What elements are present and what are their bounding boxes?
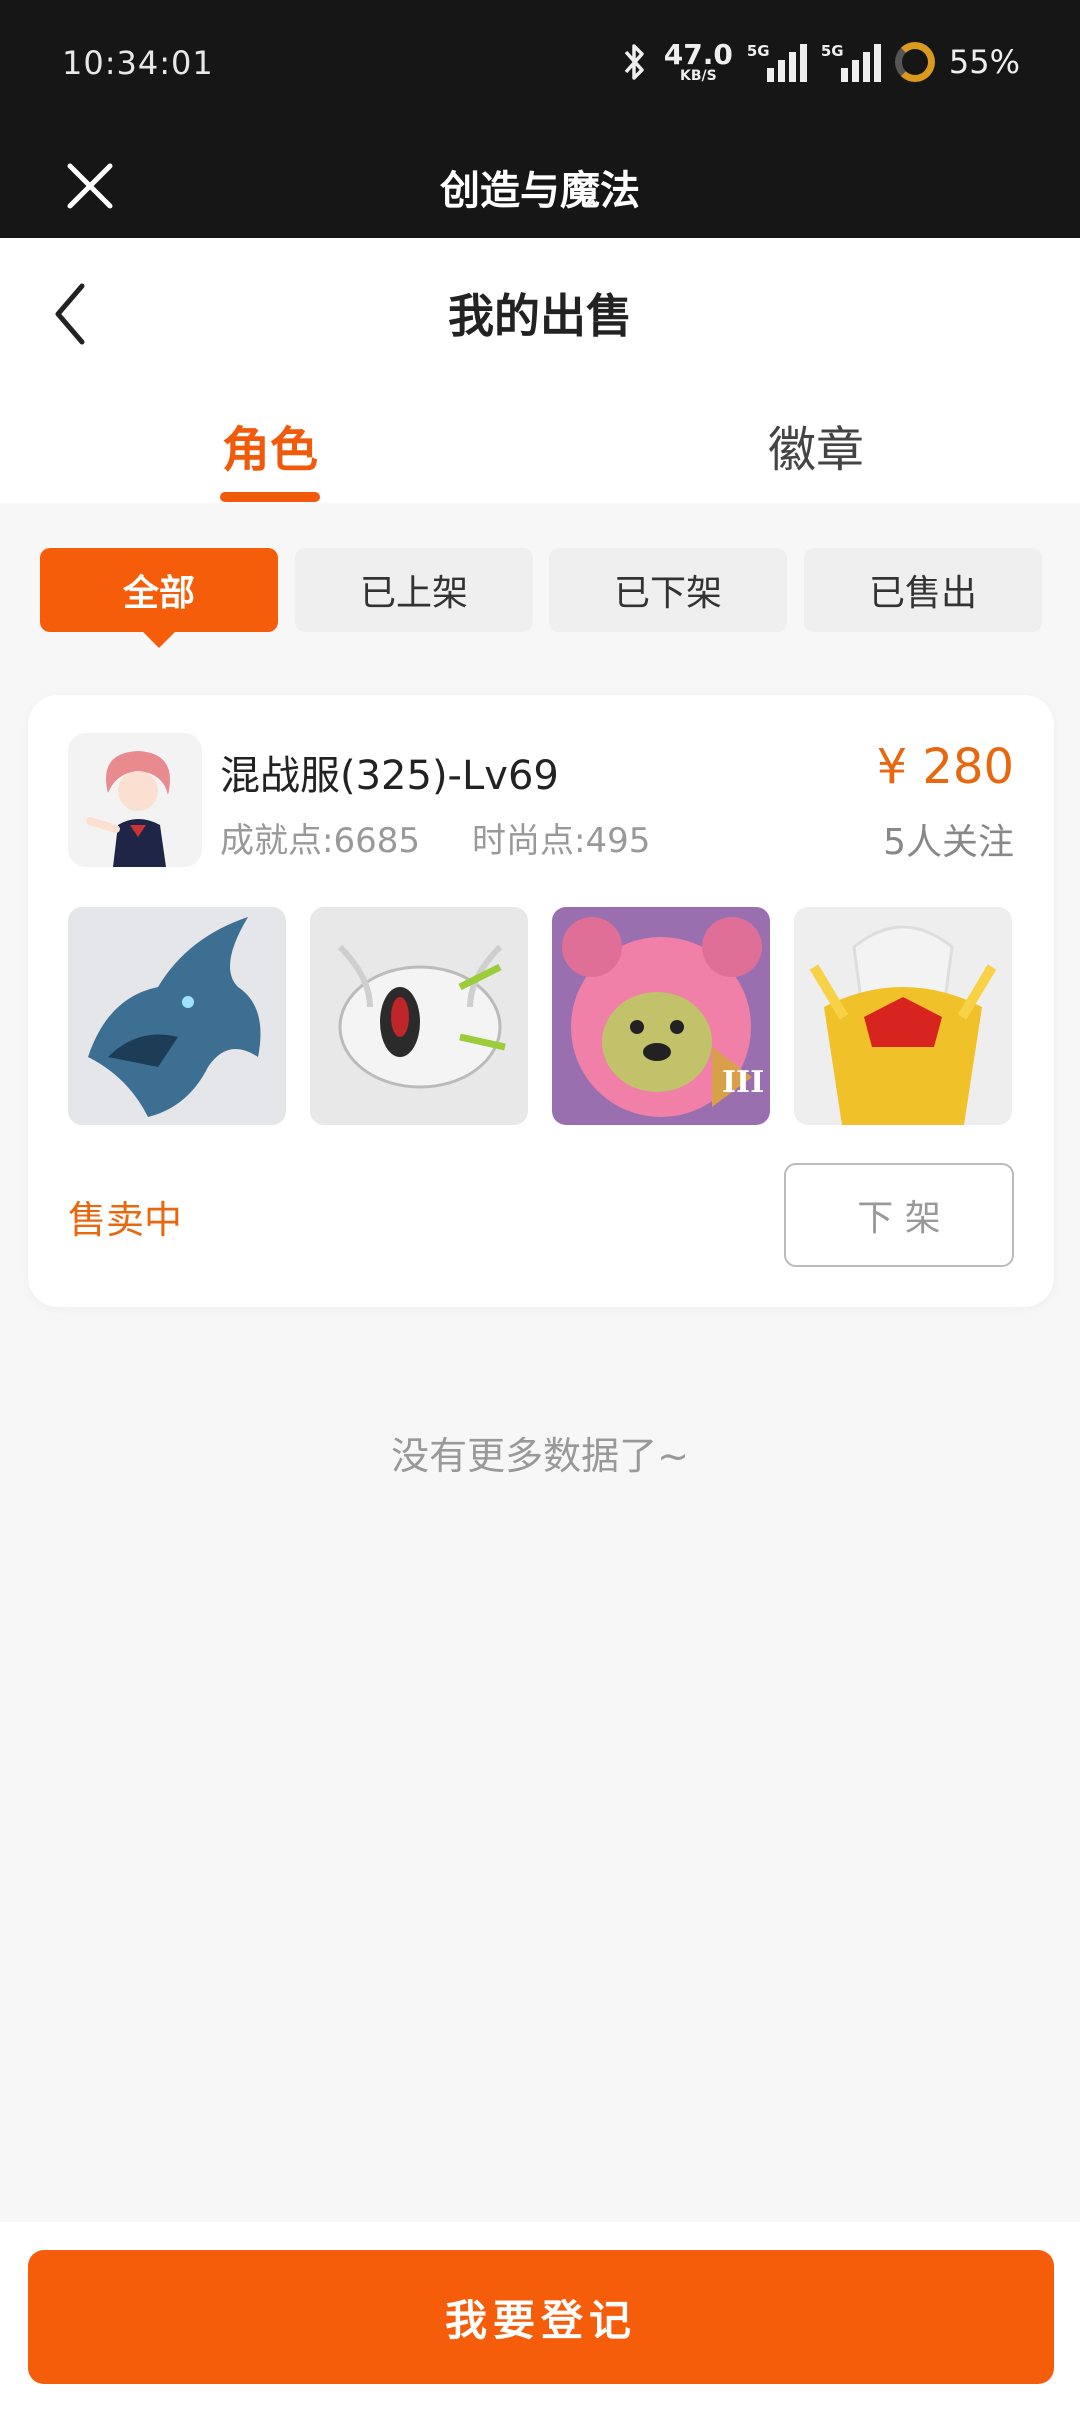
page-header: 我的出售 角色 徽章 — [0, 238, 1080, 503]
page-title: 我的出售 — [448, 289, 632, 343]
signal-icon-2: 5G — [821, 42, 881, 82]
status-bar: 10:34:01 47.0 KB/S 5G 5G 55% — [0, 0, 1080, 128]
battery-percent: 55% — [948, 43, 1020, 81]
dragon-mount-image — [68, 907, 286, 1125]
item-name: 混战服(325)-Lv69 — [220, 753, 559, 799]
achievement-points: 成就点:6685 — [220, 821, 420, 861]
filter-all[interactable]: 全部 — [40, 548, 278, 648]
filter-listed[interactable]: 已上架 — [295, 548, 533, 632]
status-icons: 47.0 KB/S 5G 5G 55% — [620, 36, 1020, 88]
no-more-data-text: 没有更多数据了~ — [391, 1434, 689, 1478]
net-speed: 47.0 KB/S — [663, 38, 733, 84]
character-avatar — [68, 733, 202, 867]
follower-count: 5人关注 — [883, 822, 1014, 863]
bluetooth-icon — [624, 44, 644, 80]
status-badge: 售卖中 — [68, 1198, 183, 1242]
app-title: 创造与魔法 — [440, 167, 640, 214]
listing-card[interactable]: 混战服(325)-Lv69 成就点:6685 时尚点:495 ¥ 280 5人关… — [28, 695, 1054, 1307]
tab-role[interactable]: 角色 — [222, 410, 318, 480]
register-button[interactable]: 我要登记 — [28, 2250, 1054, 2384]
active-tab-indicator — [220, 492, 320, 502]
fashion-points: 时尚点:495 — [472, 821, 651, 861]
svg-text:III: III — [722, 1065, 764, 1100]
golden-armor-image — [794, 907, 1012, 1125]
delist-button[interactable]: 下 架 — [784, 1163, 1014, 1267]
tab-badge[interactable]: 徽章 — [768, 410, 864, 480]
filter-sold[interactable]: 已售出 — [804, 548, 1042, 632]
filter-delisted[interactable]: 已下架 — [549, 548, 787, 632]
robot-pet-image — [310, 907, 528, 1125]
status-time: 10:34:01 — [62, 44, 214, 82]
bear-pet-image: III — [552, 907, 770, 1125]
price: ¥ 280 — [876, 739, 1014, 795]
battery-icon — [894, 42, 935, 82]
app-title-bar: 创造与魔法 — [0, 128, 1080, 238]
signal-icon: 5G — [747, 42, 807, 82]
